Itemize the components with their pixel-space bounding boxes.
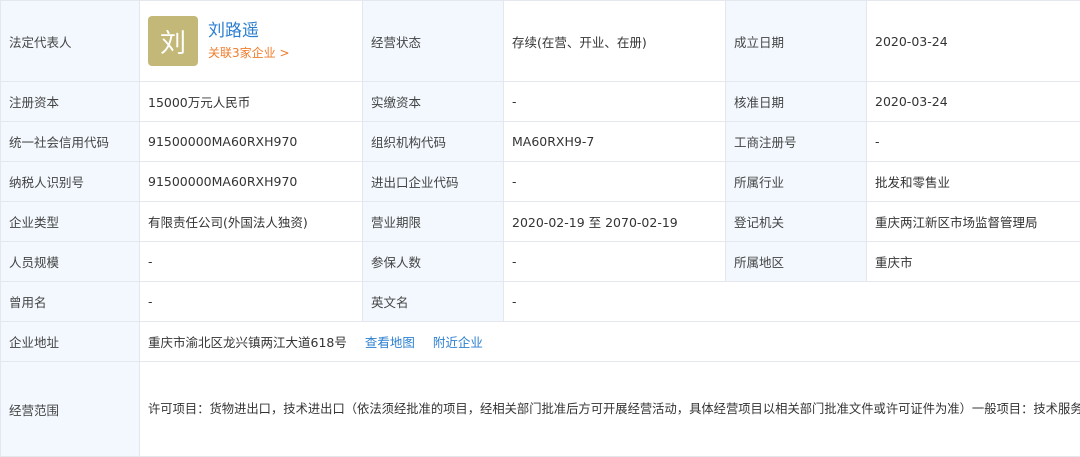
linked-companies-link[interactable]: 关联3家企业 > (208, 43, 290, 63)
staff-size-value: - (140, 242, 363, 282)
row-legal-rep: 法定代表人 刘 刘路遥 关联3家企业 > 经营状态 存续(在营、开业、在册) 成… (1, 1, 1080, 82)
reg-capital-value: 15000万元人民币 (140, 82, 363, 122)
biz-term-label: 营业期限 (363, 202, 504, 242)
taxpayer-id-value: 91500000MA60RXH970 (140, 162, 363, 202)
company-type-value: 有限责任公司(外国法人独资) (140, 202, 363, 242)
reg-authority-value: 重庆两江新区市场监督管理局 (867, 202, 1080, 242)
former-name-value: - (140, 282, 363, 322)
credit-code-value: 91500000MA60RXH970 (140, 122, 363, 162)
legal-rep-label: 法定代表人 (1, 1, 140, 82)
org-code-value: MA60RXH9-7 (504, 122, 726, 162)
reg-authority-label: 登记机关 (726, 202, 867, 242)
company-info-table: 法定代表人 刘 刘路遥 关联3家企业 > 经营状态 存续(在营、开业、在册) 成… (0, 0, 1080, 457)
import-export-value: - (504, 162, 726, 202)
status-value: 存续(在营、开业、在册) (504, 1, 726, 82)
approval-date-label: 核准日期 (726, 82, 867, 122)
legal-rep-text: 刘路遥 关联3家企业 > (208, 19, 290, 63)
biz-reg-no-label: 工商注册号 (726, 122, 867, 162)
row-names: 曾用名 - 英文名 - (1, 282, 1080, 322)
legal-rep-name-link[interactable]: 刘路遥 (208, 19, 290, 43)
avatar: 刘 (148, 16, 198, 66)
region-label: 所属地区 (726, 242, 867, 282)
insured-value: - (504, 242, 726, 282)
industry-value: 批发和零售业 (867, 162, 1080, 202)
row-codes: 统一社会信用代码 91500000MA60RXH970 组织机构代码 MA60R… (1, 122, 1080, 162)
region-value: 重庆市 (867, 242, 1080, 282)
company-type-label: 企业类型 (1, 202, 140, 242)
row-capital: 注册资本 15000万元人民币 实缴资本 - 核准日期 2020-03-24 (1, 82, 1080, 122)
approval-date-value: 2020-03-24 (867, 82, 1080, 122)
founded-value: 2020-03-24 (867, 1, 1080, 82)
credit-code-label: 统一社会信用代码 (1, 122, 140, 162)
row-scope: 经营范围 许可项目：货物进出口，技术进出口（依法须经批准的项目，经相关部门批准后… (1, 362, 1080, 457)
reg-capital-label: 注册资本 (1, 82, 140, 122)
legal-rep-wrap: 刘 刘路遥 关联3家企业 > (148, 16, 354, 66)
scope-label: 经营范围 (1, 362, 140, 457)
former-name-label: 曾用名 (1, 282, 140, 322)
nearby-companies-link[interactable]: 附近企业 (433, 335, 483, 350)
view-map-link[interactable]: 查看地图 (365, 335, 415, 350)
row-staff: 人员规模 - 参保人数 - 所属地区 重庆市 (1, 242, 1080, 282)
org-code-label: 组织机构代码 (363, 122, 504, 162)
insured-label: 参保人数 (363, 242, 504, 282)
row-tax: 纳税人识别号 91500000MA60RXH970 进出口企业代码 - 所属行业… (1, 162, 1080, 202)
address-label: 企业地址 (1, 322, 140, 362)
biz-term-value: 2020-02-19 至 2070-02-19 (504, 202, 726, 242)
founded-label: 成立日期 (726, 1, 867, 82)
biz-reg-no-value: - (867, 122, 1080, 162)
paid-capital-value: - (504, 82, 726, 122)
industry-label: 所属行业 (726, 162, 867, 202)
paid-capital-label: 实缴资本 (363, 82, 504, 122)
address-value: 重庆市渝北区龙兴镇两江大道618号 (148, 335, 347, 350)
taxpayer-id-label: 纳税人识别号 (1, 162, 140, 202)
address-cell: 重庆市渝北区龙兴镇两江大道618号 查看地图 附近企业 (140, 322, 1080, 362)
row-type: 企业类型 有限责任公司(外国法人独资) 营业期限 2020-02-19 至 20… (1, 202, 1080, 242)
english-name-value: - (504, 282, 1080, 322)
english-name-label: 英文名 (363, 282, 504, 322)
scope-value: 许可项目：货物进出口，技术进出口（依法须经批准的项目，经相关部门批准后方可开展经… (140, 362, 1080, 457)
legal-rep-cell: 刘 刘路遥 关联3家企业 > (140, 1, 363, 82)
status-label: 经营状态 (363, 1, 504, 82)
staff-size-label: 人员规模 (1, 242, 140, 282)
import-export-label: 进出口企业代码 (363, 162, 504, 202)
row-address: 企业地址 重庆市渝北区龙兴镇两江大道618号 查看地图 附近企业 (1, 322, 1080, 362)
